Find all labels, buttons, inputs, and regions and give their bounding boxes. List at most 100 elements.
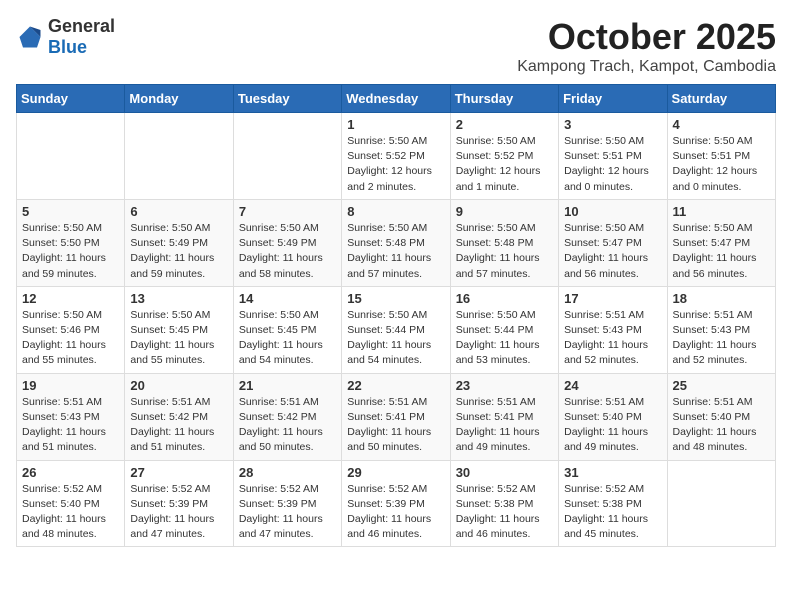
day-info: Sunrise: 5:50 AM Sunset: 5:44 PM Dayligh… bbox=[347, 308, 444, 369]
calendar-cell: 25Sunrise: 5:51 AM Sunset: 5:40 PM Dayli… bbox=[667, 373, 775, 460]
weekday-header-monday: Monday bbox=[125, 85, 233, 113]
day-number: 14 bbox=[239, 291, 336, 306]
weekday-header-row: SundayMondayTuesdayWednesdayThursdayFrid… bbox=[17, 85, 776, 113]
day-number: 1 bbox=[347, 117, 444, 132]
logo: General Blue bbox=[16, 16, 115, 58]
day-number: 18 bbox=[673, 291, 770, 306]
calendar-cell: 27 Sunrise: 5:52 AM Sunset: 5:39 PM Dayli… bbox=[125, 460, 233, 547]
day-info: Sunrise: 5:50 AM Sunset: 5:45 PM Dayligh… bbox=[239, 308, 336, 369]
day-info: Sunrise: 5:51 AM Sunset: 5:40 PM Dayligh… bbox=[564, 395, 661, 456]
day-number: 16 bbox=[456, 291, 553, 306]
calendar-cell: 21Sunrise: 5:51 AM Sunset: 5:42 PM Dayli… bbox=[233, 373, 341, 460]
weekday-header-friday: Friday bbox=[559, 85, 667, 113]
calendar-cell: 11 Sunrise: 5:50 AM Sunset: 5:47 PM Dayli… bbox=[667, 199, 775, 286]
day-info: Sunrise: 5:51 AM Sunset: 5:41 PM Dayligh… bbox=[456, 395, 553, 456]
calendar-cell: 30 Sunrise: 5:52 AM Sunset: 5:38 PM Dayli… bbox=[450, 460, 558, 547]
calendar-cell: 2Sunrise: 5:50 AM Sunset: 5:52 PM Daylig… bbox=[450, 113, 558, 200]
weekday-header-sunday: Sunday bbox=[17, 85, 125, 113]
calendar-cell: 10 Sunrise: 5:50 AM Sunset: 5:47 PM Dayli… bbox=[559, 199, 667, 286]
calendar-cell: 1 Sunrise: 5:50 AM Sunset: 5:52 PM Daylig… bbox=[342, 113, 450, 200]
calendar-cell: 15Sunrise: 5:50 AM Sunset: 5:44 PM Dayli… bbox=[342, 286, 450, 373]
day-number: 7 bbox=[239, 204, 336, 219]
calendar-cell: 4 Sunrise: 5:50 AM Sunset: 5:51 PM Daylig… bbox=[667, 113, 775, 200]
calendar-cell: 9 Sunrise: 5:50 AM Sunset: 5:48 PM Daylig… bbox=[450, 199, 558, 286]
day-number: 27 bbox=[130, 465, 227, 480]
calendar-cell: 26Sunrise: 5:52 AM Sunset: 5:40 PM Dayli… bbox=[17, 460, 125, 547]
weekday-header-tuesday: Tuesday bbox=[233, 85, 341, 113]
weekday-header-saturday: Saturday bbox=[667, 85, 775, 113]
day-number: 6 bbox=[130, 204, 227, 219]
day-info: Sunrise: 5:51 AM Sunset: 5:42 PM Dayligh… bbox=[130, 395, 227, 456]
calendar-table: SundayMondayTuesdayWednesdayThursdayFrid… bbox=[16, 84, 776, 547]
day-number: 10 bbox=[564, 204, 661, 219]
day-number: 12 bbox=[22, 291, 119, 306]
page-header: General Blue October 2025 Kampong Trach,… bbox=[16, 16, 776, 76]
calendar-cell: 12 Sunrise: 5:50 AM Sunset: 5:46 PM Dayli… bbox=[17, 286, 125, 373]
day-number: 4 bbox=[673, 117, 770, 132]
day-info: Sunrise: 5:50 AM Sunset: 5:52 PM Dayligh… bbox=[347, 134, 444, 195]
day-info: Sunrise: 5:52 AM Sunset: 5:39 PM Dayligh… bbox=[347, 482, 444, 543]
calendar-cell: 29 Sunrise: 5:52 AM Sunset: 5:39 PM Dayli… bbox=[342, 460, 450, 547]
calendar-week-1: 1 Sunrise: 5:50 AM Sunset: 5:52 PM Daylig… bbox=[17, 113, 776, 200]
day-info: Sunrise: 5:50 AM Sunset: 5:51 PM Dayligh… bbox=[564, 134, 661, 195]
calendar-cell: 8Sunrise: 5:50 AM Sunset: 5:48 PM Daylig… bbox=[342, 199, 450, 286]
day-info: Sunrise: 5:52 AM Sunset: 5:39 PM Dayligh… bbox=[130, 482, 227, 543]
day-number: 13 bbox=[130, 291, 227, 306]
calendar-week-4: 19Sunrise: 5:51 AM Sunset: 5:43 PM Dayli… bbox=[17, 373, 776, 460]
day-info: Sunrise: 5:52 AM Sunset: 5:40 PM Dayligh… bbox=[22, 482, 119, 543]
day-number: 20 bbox=[130, 378, 227, 393]
day-info: Sunrise: 5:50 AM Sunset: 5:48 PM Dayligh… bbox=[347, 221, 444, 282]
calendar-cell: 20 Sunrise: 5:51 AM Sunset: 5:42 PM Dayli… bbox=[125, 373, 233, 460]
weekday-header-thursday: Thursday bbox=[450, 85, 558, 113]
day-info: Sunrise: 5:51 AM Sunset: 5:41 PM Dayligh… bbox=[347, 395, 444, 456]
calendar-cell: 7 Sunrise: 5:50 AM Sunset: 5:49 PM Daylig… bbox=[233, 199, 341, 286]
calendar-cell: 3 Sunrise: 5:50 AM Sunset: 5:51 PM Daylig… bbox=[559, 113, 667, 200]
weekday-header-wednesday: Wednesday bbox=[342, 85, 450, 113]
calendar-cell: 18Sunrise: 5:51 AM Sunset: 5:43 PM Dayli… bbox=[667, 286, 775, 373]
day-number: 17 bbox=[564, 291, 661, 306]
day-number: 11 bbox=[673, 204, 770, 219]
day-number: 3 bbox=[564, 117, 661, 132]
logo-icon bbox=[16, 23, 44, 51]
calendar-cell: 14 Sunrise: 5:50 AM Sunset: 5:45 PM Dayli… bbox=[233, 286, 341, 373]
day-info: Sunrise: 5:50 AM Sunset: 5:46 PM Dayligh… bbox=[22, 308, 119, 369]
calendar-cell: 28 Sunrise: 5:52 AM Sunset: 5:39 PM Dayli… bbox=[233, 460, 341, 547]
day-number: 31 bbox=[564, 465, 661, 480]
day-info: Sunrise: 5:50 AM Sunset: 5:47 PM Dayligh… bbox=[564, 221, 661, 282]
calendar-week-5: 26Sunrise: 5:52 AM Sunset: 5:40 PM Dayli… bbox=[17, 460, 776, 547]
day-number: 5 bbox=[22, 204, 119, 219]
calendar-cell: 5Sunrise: 5:50 AM Sunset: 5:50 PM Daylig… bbox=[17, 199, 125, 286]
day-number: 19 bbox=[22, 378, 119, 393]
calendar-week-2: 5Sunrise: 5:50 AM Sunset: 5:50 PM Daylig… bbox=[17, 199, 776, 286]
day-info: Sunrise: 5:52 AM Sunset: 5:39 PM Dayligh… bbox=[239, 482, 336, 543]
day-number: 23 bbox=[456, 378, 553, 393]
day-info: Sunrise: 5:50 AM Sunset: 5:47 PM Dayligh… bbox=[673, 221, 770, 282]
calendar-cell: 24 Sunrise: 5:51 AM Sunset: 5:40 PM Dayli… bbox=[559, 373, 667, 460]
location-title: Kampong Trach, Kampot, Cambodia bbox=[517, 58, 776, 76]
logo-blue: Blue bbox=[48, 37, 87, 57]
calendar-week-3: 12 Sunrise: 5:50 AM Sunset: 5:46 PM Dayli… bbox=[17, 286, 776, 373]
calendar-cell: 13 Sunrise: 5:50 AM Sunset: 5:45 PM Dayli… bbox=[125, 286, 233, 373]
day-number: 21 bbox=[239, 378, 336, 393]
logo-general: General bbox=[48, 16, 115, 36]
day-info: Sunrise: 5:52 AM Sunset: 5:38 PM Dayligh… bbox=[564, 482, 661, 543]
calendar-cell: 17 Sunrise: 5:51 AM Sunset: 5:43 PM Dayli… bbox=[559, 286, 667, 373]
day-info: Sunrise: 5:50 AM Sunset: 5:45 PM Dayligh… bbox=[130, 308, 227, 369]
day-info: Sunrise: 5:51 AM Sunset: 5:43 PM Dayligh… bbox=[564, 308, 661, 369]
calendar-cell: 16 Sunrise: 5:50 AM Sunset: 5:44 PM Dayli… bbox=[450, 286, 558, 373]
calendar-cell: 22Sunrise: 5:51 AM Sunset: 5:41 PM Dayli… bbox=[342, 373, 450, 460]
day-info: Sunrise: 5:50 AM Sunset: 5:51 PM Dayligh… bbox=[673, 134, 770, 195]
day-number: 30 bbox=[456, 465, 553, 480]
day-number: 29 bbox=[347, 465, 444, 480]
day-number: 9 bbox=[456, 204, 553, 219]
day-info: Sunrise: 5:52 AM Sunset: 5:38 PM Dayligh… bbox=[456, 482, 553, 543]
day-number: 24 bbox=[564, 378, 661, 393]
day-info: Sunrise: 5:50 AM Sunset: 5:49 PM Dayligh… bbox=[239, 221, 336, 282]
day-number: 25 bbox=[673, 378, 770, 393]
day-number: 28 bbox=[239, 465, 336, 480]
day-info: Sunrise: 5:50 AM Sunset: 5:48 PM Dayligh… bbox=[456, 221, 553, 282]
day-info: Sunrise: 5:50 AM Sunset: 5:44 PM Dayligh… bbox=[456, 308, 553, 369]
logo-text: General Blue bbox=[48, 16, 115, 58]
calendar-cell bbox=[125, 113, 233, 200]
day-info: Sunrise: 5:50 AM Sunset: 5:52 PM Dayligh… bbox=[456, 134, 553, 195]
